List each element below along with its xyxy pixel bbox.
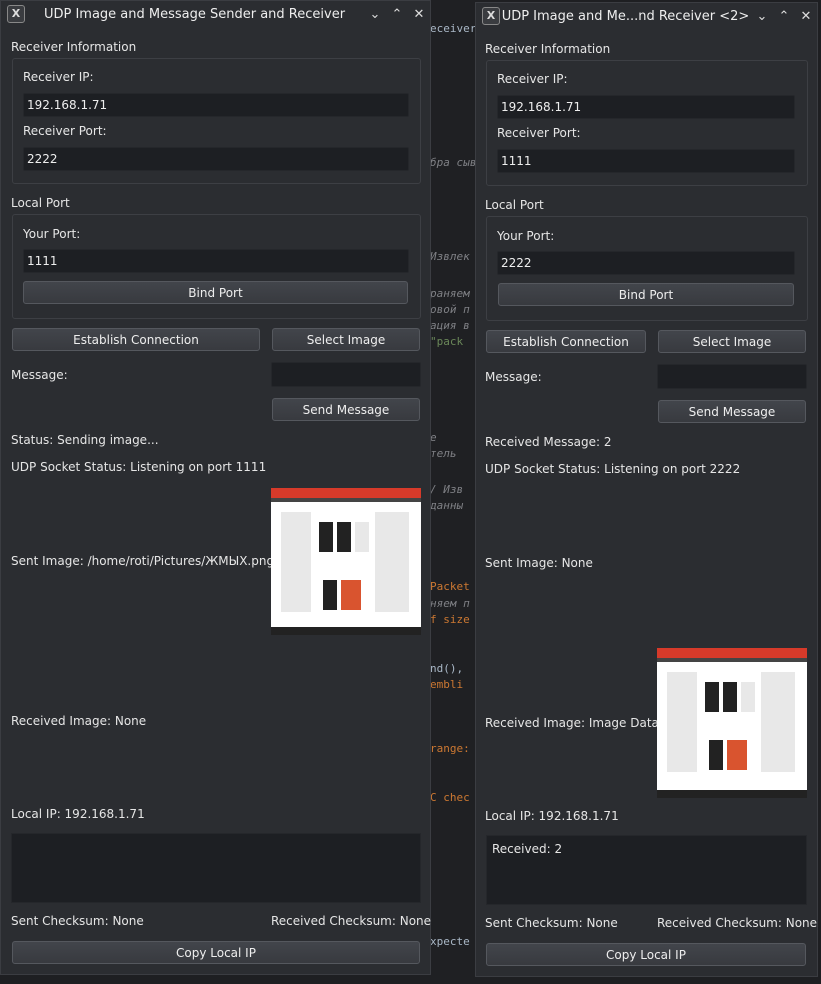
sent-image-label: Sent Image: /home/roti/Pictures/ЖМЫХ.png xyxy=(11,554,275,568)
status-text: Received Message: 2 xyxy=(485,435,612,449)
establish-connection-button[interactable]: Establish Connection xyxy=(12,328,260,351)
received-checksum-text: Received Checksum: None xyxy=(271,914,432,928)
code-fragment: няем п xyxy=(430,597,470,610)
received-image-label: Received Image: Image Data xyxy=(485,716,659,730)
received-image-label: Received Image: None xyxy=(11,714,147,728)
window-title: UDP Image and Message Sender and Receive… xyxy=(43,6,346,22)
sender-receiver-window-2: X UDP Image and Me...nd Receiver <2> ⌄ ⌃… xyxy=(475,2,818,977)
code-fragment: / Изв xyxy=(430,483,464,496)
sender-receiver-window-1: X UDP Image and Message Sender and Recei… xyxy=(0,0,431,975)
copy-local-ip-button[interactable]: Copy Local IP xyxy=(486,943,806,966)
receiver-port-label: Receiver Port: xyxy=(497,126,581,140)
your-port-field[interactable]: 1111 xyxy=(23,249,409,273)
code-fragment: range: xyxy=(430,742,470,755)
code-fragment: Packet xyxy=(430,580,470,593)
maximize-icon[interactable]: ⌃ xyxy=(773,9,795,24)
sent-image-label: Sent Image: None xyxy=(485,556,593,570)
code-fragment: овой п xyxy=(430,303,470,316)
code-fragment: ация в xyxy=(430,319,470,332)
close-icon[interactable]: ✕ xyxy=(408,7,430,22)
local-port-section-label: Local Port xyxy=(485,198,544,212)
window-title: UDP Image and Me...nd Receiver <2> xyxy=(501,8,750,24)
receiver-info-section-label: Receiver Information xyxy=(11,40,137,54)
log-textarea[interactable]: Received: 2 xyxy=(486,835,807,905)
code-fragment: раняем xyxy=(430,287,470,300)
title-bar[interactable]: X UDP Image and Me...nd Receiver <2> ⌄ ⌃… xyxy=(476,3,817,29)
x-app-icon: X xyxy=(7,5,25,23)
message-input[interactable] xyxy=(657,364,807,389)
receiver-ip-field[interactable]: 192.168.1.71 xyxy=(23,93,409,117)
your-port-field[interactable]: 2222 xyxy=(497,251,795,275)
log-textarea[interactable] xyxy=(11,833,421,903)
send-message-button[interactable]: Send Message xyxy=(272,398,420,421)
establish-connection-button[interactable]: Establish Connection xyxy=(486,330,646,353)
local-ip-text: Local IP: 192.168.1.71 xyxy=(485,809,619,823)
bind-port-button[interactable]: Bind Port xyxy=(23,281,408,304)
message-label: Message: xyxy=(11,368,68,382)
close-icon[interactable]: ✕ xyxy=(795,9,817,24)
code-fragment: "pack xyxy=(430,335,464,348)
x-app-icon: X xyxy=(482,7,500,25)
minimize-icon[interactable]: ⌄ xyxy=(364,7,386,22)
your-port-label: Your Port: xyxy=(497,229,555,243)
received-checksum-text: Received Checksum: None xyxy=(657,916,818,930)
your-port-label: Your Port: xyxy=(23,227,81,241)
code-fragment: C chec xyxy=(430,791,470,804)
code-fragment: nd(), xyxy=(430,662,464,675)
code-fragment: f size xyxy=(430,613,470,626)
receiver-ip-label: Receiver IP: xyxy=(497,72,568,86)
send-message-button[interactable]: Send Message xyxy=(658,400,806,423)
receiver-info-section-label: Receiver Information xyxy=(485,42,611,56)
status-text: Status: Sending image... xyxy=(11,433,159,447)
sent-image-preview xyxy=(271,488,421,635)
socket-status-text: UDP Socket Status: Listening on port 222… xyxy=(485,462,741,476)
code-fragment: xpecte xyxy=(430,935,470,948)
receiver-port-label: Receiver Port: xyxy=(23,124,107,138)
receiver-port-field[interactable]: 1111 xyxy=(497,149,795,173)
copy-local-ip-button[interactable]: Copy Local IP xyxy=(12,941,420,964)
minimize-icon[interactable]: ⌄ xyxy=(751,9,773,24)
sent-checksum-text: Sent Checksum: None xyxy=(485,916,618,930)
bind-port-button[interactable]: Bind Port xyxy=(498,283,794,306)
receiver-ip-label: Receiver IP: xyxy=(23,70,94,84)
received-image-preview xyxy=(657,648,807,798)
code-fragment: Извлек xyxy=(430,250,470,263)
select-image-button[interactable]: Select Image xyxy=(658,330,806,353)
maximize-icon[interactable]: ⌃ xyxy=(386,7,408,22)
select-image-button[interactable]: Select Image xyxy=(272,328,420,351)
receiver-port-field[interactable]: 2222 xyxy=(23,147,409,171)
local-ip-text: Local IP: 192.168.1.71 xyxy=(11,807,145,821)
message-input[interactable] xyxy=(271,362,421,387)
code-fragment: embli xyxy=(430,678,464,691)
code-fragment: тель xyxy=(430,447,457,460)
code-fragment: данны xyxy=(430,499,464,512)
receiver-ip-field[interactable]: 192.168.1.71 xyxy=(497,95,795,119)
local-port-section-label: Local Port xyxy=(11,196,70,210)
socket-status-text: UDP Socket Status: Listening on port 111… xyxy=(11,460,267,474)
code-fragment: бра сыв xyxy=(430,156,477,169)
sent-checksum-text: Sent Checksum: None xyxy=(11,914,144,928)
title-bar[interactable]: X UDP Image and Message Sender and Recei… xyxy=(1,1,430,27)
message-label: Message: xyxy=(485,370,542,384)
